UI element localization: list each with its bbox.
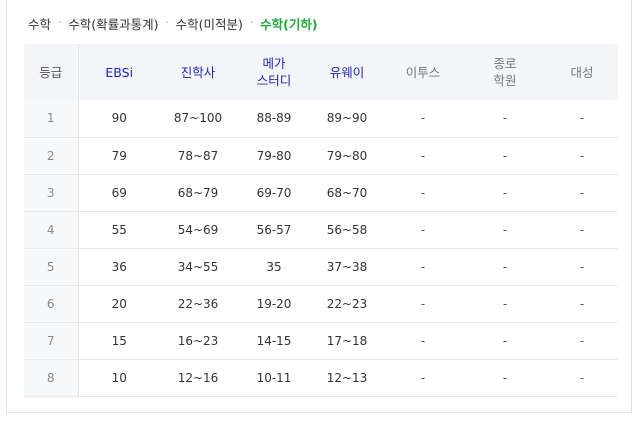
table-row: 7 15 16~23 14-15 17~18- - - xyxy=(24,322,618,360)
tab-math[interactable]: 수학 xyxy=(28,14,51,33)
ebsi-cell: 55 xyxy=(78,211,160,249)
etoos-cell: - xyxy=(382,100,464,138)
grade-cell: 7 xyxy=(24,322,79,360)
jongro-cell: - xyxy=(464,211,546,249)
megastudy-cell: 10-11 xyxy=(236,359,312,397)
header-uway: 유웨이 xyxy=(329,64,365,80)
tab-separator: · xyxy=(58,17,62,29)
uway-cell: 22~23 xyxy=(312,285,382,323)
jinhaksa-cell: 78~87 xyxy=(160,137,236,175)
grade-cell: 8 xyxy=(24,359,79,397)
grade-cell: 4 xyxy=(24,211,79,249)
etoos-cell: - xyxy=(382,248,464,286)
header-megastudy: 메가 스터디 xyxy=(256,56,292,88)
megastudy-cell: 88-89 xyxy=(236,100,312,138)
ebsi-cell: 20 xyxy=(78,285,160,323)
jinhaksa-cell: 54~69 xyxy=(160,211,236,249)
table-row: 3 69 68~79 69-70 68~70- - - xyxy=(24,174,618,212)
uway-cell: 79~80 xyxy=(312,137,382,175)
grade-cut-table: 등급 EBSi 진학사 메가 스터디 유웨이 이투스 종로 학원 대성 1 90 87~… xyxy=(24,44,618,397)
tab-separator: · xyxy=(165,17,169,29)
grade-cell: 3 xyxy=(24,174,79,212)
daesung-cell: - xyxy=(546,174,618,212)
uway-cell: 68~70 xyxy=(312,174,382,212)
jongro-cell: - xyxy=(464,359,546,397)
daesung-cell: - xyxy=(546,285,618,323)
daesung-cell: - xyxy=(546,248,618,286)
header-etoos: 이투스 xyxy=(405,64,441,80)
table-row: 1 90 87~100 88-89 89~90- - - xyxy=(24,100,618,138)
jongro-cell: - xyxy=(464,285,546,323)
table-header-row: 등급 EBSi 진학사 메가 스터디 유웨이 이투스 종로 학원 대성 xyxy=(24,44,618,100)
megastudy-cell: 19-20 xyxy=(236,285,312,323)
ebsi-cell: 79 xyxy=(78,137,160,175)
tab-math-geometry[interactable]: 수학(기하) xyxy=(260,14,317,33)
tab-math-probability-statistics[interactable]: 수학(확률과통계) xyxy=(68,14,158,33)
megastudy-cell: 69-70 xyxy=(236,174,312,212)
ebsi-cell: 15 xyxy=(78,322,160,360)
table-body: 1 90 87~100 88-89 89~90- - -2 79 78~87 79-80 79~80… xyxy=(24,100,618,397)
etoos-cell: - xyxy=(382,174,464,212)
grade-cell: 6 xyxy=(24,285,79,323)
daesung-cell: - xyxy=(546,211,618,249)
jongro-cell: - xyxy=(464,137,546,175)
header-ebsi: EBSi xyxy=(105,64,134,80)
daesung-cell: - xyxy=(546,100,618,138)
tab-separator: · xyxy=(249,17,254,29)
grade-cell: 5 xyxy=(24,248,79,286)
etoos-cell: - xyxy=(382,359,464,397)
table-row: 6 20 22~36 19-20 22~23- - - xyxy=(24,285,618,323)
ebsi-cell: 10 xyxy=(78,359,160,397)
jinhaksa-cell: 87~100 xyxy=(160,100,236,138)
etoos-cell: - xyxy=(382,137,464,175)
table-row: 8 10 12~16 10-11 12~13- - - xyxy=(24,359,618,397)
uway-cell: 89~90 xyxy=(312,100,382,138)
table-row: 4 55 54~69 56-57 56~58- - - xyxy=(24,211,618,249)
ebsi-cell: 90 xyxy=(78,100,160,138)
etoos-cell: - xyxy=(382,211,464,249)
subject-tabs: 수학 · 수학(확률과통계) · 수학(미적분) · 수학(기하) xyxy=(28,12,318,34)
uway-cell: 17~18 xyxy=(312,322,382,360)
ebsi-cell: 36 xyxy=(78,248,160,286)
jongro-cell: - xyxy=(464,174,546,212)
table-row: 2 79 78~87 79-80 79~80- - - xyxy=(24,137,618,175)
uway-cell: 56~58 xyxy=(312,211,382,249)
jongro-cell: - xyxy=(464,322,546,360)
ebsi-cell: 69 xyxy=(78,174,160,212)
megastudy-cell: 14-15 xyxy=(236,322,312,360)
table-row: 5 36 34~55 35 37~38- - - xyxy=(24,248,618,286)
uway-cell: 12~13 xyxy=(312,359,382,397)
jinhaksa-cell: 34~55 xyxy=(160,248,236,286)
megastudy-cell: 56-57 xyxy=(236,211,312,249)
grade-cell: 1 xyxy=(24,100,79,138)
jinhaksa-cell: 16~23 xyxy=(160,322,236,360)
jongro-cell: - xyxy=(464,100,546,138)
daesung-cell: - xyxy=(546,137,618,175)
etoos-cell: - xyxy=(382,285,464,323)
header-jinhaksa: 진학사 xyxy=(180,64,216,80)
megastudy-cell: 79-80 xyxy=(236,137,312,175)
jinhaksa-cell: 68~79 xyxy=(160,174,236,212)
daesung-cell: - xyxy=(546,359,618,397)
megastudy-cell: 35 xyxy=(236,248,312,286)
jinhaksa-cell: 22~36 xyxy=(160,285,236,323)
etoos-cell: - xyxy=(382,322,464,360)
jongro-cell: - xyxy=(464,248,546,286)
header-jongro: 종로 학원 xyxy=(493,56,517,88)
daesung-cell: - xyxy=(546,322,618,360)
grade-cell: 2 xyxy=(24,137,79,175)
uway-cell: 37~38 xyxy=(312,248,382,286)
tab-math-calculus[interactable]: 수학(미적분) xyxy=(176,14,243,33)
header-grade: 등급 xyxy=(24,44,79,100)
jinhaksa-cell: 12~16 xyxy=(160,359,236,397)
header-daesung: 대성 xyxy=(570,64,594,80)
